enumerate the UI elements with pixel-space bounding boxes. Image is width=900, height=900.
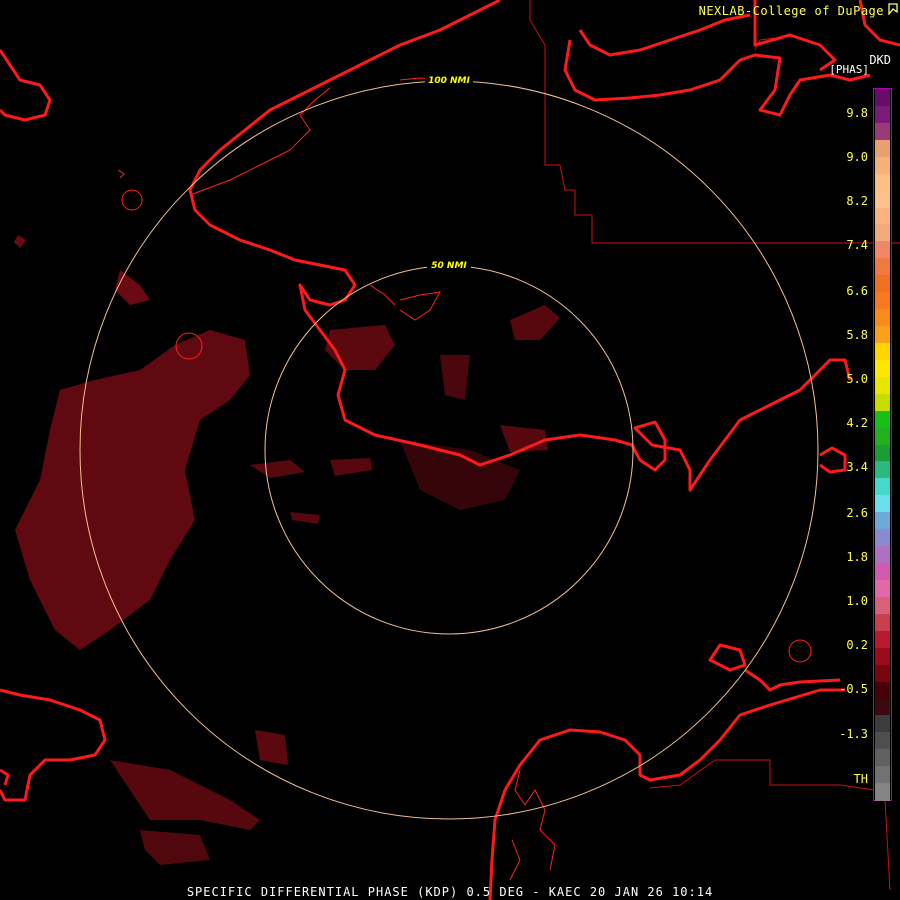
color-swatch — [875, 546, 890, 564]
color-scale-tick-label: 0.2 — [846, 638, 868, 652]
color-scale-tick-label: 9.8 — [846, 106, 868, 120]
color-swatch — [875, 681, 890, 700]
ring-label-100: 100 NMI — [428, 76, 470, 86]
color-swatch — [875, 173, 890, 192]
color-scale-tick-label: 4.2 — [846, 416, 868, 430]
color-swatch — [875, 715, 890, 733]
logo-icon — [888, 3, 898, 15]
color-scale-tick-label: 1.8 — [846, 550, 868, 564]
ring-label-50: 50 NMI — [431, 261, 467, 271]
color-swatch — [875, 139, 890, 158]
color-swatch — [875, 309, 890, 327]
color-swatch — [875, 749, 890, 767]
color-swatch — [875, 579, 890, 598]
color-scale-tick-label: 5.8 — [846, 328, 868, 342]
credit-text: NEXLAB-College of DuPage — [698, 4, 884, 18]
color-swatch — [875, 258, 890, 276]
color-swatch — [875, 241, 890, 259]
color-swatch — [875, 156, 890, 175]
product-code: DKD — [869, 53, 891, 67]
color-swatch — [875, 89, 890, 107]
color-scale-tick-label: 6.6 — [846, 284, 868, 298]
color-swatch — [875, 512, 890, 530]
color-swatch — [875, 613, 890, 632]
color-swatch — [875, 376, 890, 395]
unit-label: [PHAS] — [829, 63, 869, 76]
color-swatch — [875, 461, 890, 479]
color-scale-tick-label: 8.2 — [846, 194, 868, 208]
color-swatch — [875, 326, 890, 344]
color-swatch — [875, 359, 890, 378]
color-scale-tick-label: TH — [853, 772, 868, 786]
color-swatch — [875, 783, 890, 801]
color-swatch — [875, 698, 890, 716]
color-swatch — [875, 275, 890, 293]
color-swatch — [875, 596, 890, 615]
color-swatch — [875, 393, 890, 412]
color-swatch — [875, 342, 890, 361]
color-swatch — [875, 664, 890, 683]
color-scale-tick-label: 2.6 — [846, 506, 868, 520]
color-swatch — [875, 105, 890, 124]
color-swatch — [875, 647, 890, 666]
color-swatch — [875, 410, 890, 429]
product-caption: SPECIFIC DIFFERENTIAL PHASE (KDP) 0.5 DE… — [186, 885, 714, 899]
color-swatch — [875, 207, 890, 226]
color-swatch — [875, 224, 890, 242]
color-swatch — [875, 427, 890, 446]
color-scale-tick-label: 3.4 — [846, 460, 868, 474]
color-swatch — [875, 732, 890, 750]
color-swatch — [875, 495, 890, 513]
color-swatch — [875, 478, 890, 496]
color-swatch — [875, 766, 890, 784]
color-scale-tick-label: 5.0 — [846, 372, 868, 386]
color-scale-tick-label: -1.3 — [839, 727, 868, 741]
color-scale-bar — [873, 88, 892, 801]
color-scale-tick-label: 1.0 — [846, 594, 868, 608]
color-swatch — [875, 122, 890, 141]
color-swatch — [875, 292, 890, 310]
radar-map: 50 NMI 100 NMI — [0, 0, 900, 900]
color-swatch — [875, 630, 890, 649]
color-scale-tick-label: 9.0 — [846, 150, 868, 164]
color-scale-tick-label: -0.5 — [839, 682, 868, 696]
color-scale-tick-label: 7.4 — [846, 238, 868, 252]
color-swatch — [875, 529, 890, 547]
color-swatch — [875, 563, 890, 581]
color-swatch — [875, 190, 890, 209]
color-swatch — [875, 444, 890, 463]
